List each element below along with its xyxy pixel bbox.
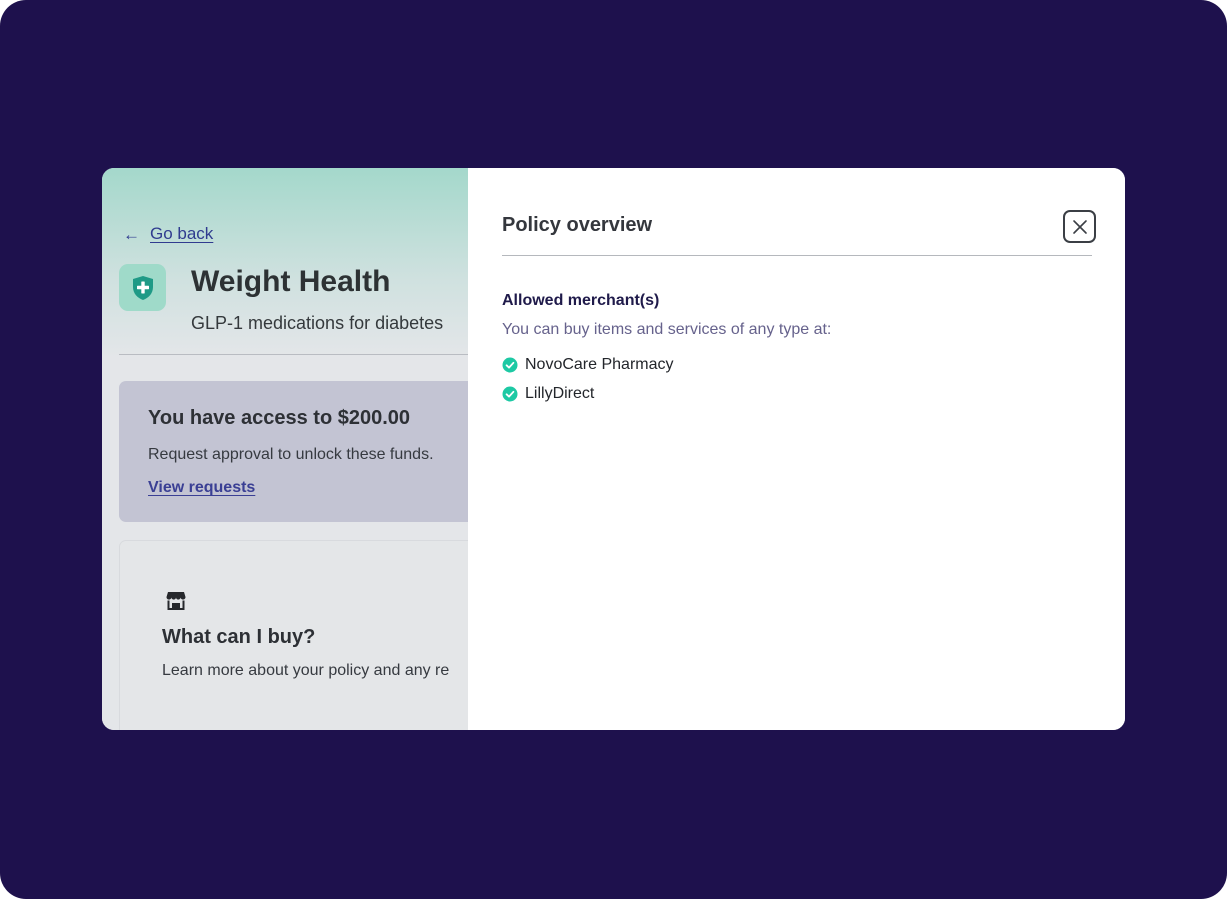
access-card: You have access to $200.00 Request appro… [119,381,468,522]
arrow-left-icon: ← [123,224,140,244]
what-can-i-buy-title: What can I buy? [162,626,316,648]
access-description: Request approval to unlock these funds. [148,446,434,463]
go-back-label: Go back [150,224,214,243]
check-circle-icon [502,357,518,373]
panel-divider [502,255,1092,256]
close-button[interactable] [1063,210,1096,243]
page-subtitle: GLP-1 medications for diabetes [191,313,444,333]
what-can-i-buy-card[interactable]: What can I buy? Learn more about your po… [119,540,468,730]
close-icon [1072,219,1087,234]
access-amount-title: You have access to $200.00 [148,407,411,429]
panel-title: Policy overview [502,214,653,236]
merchant-name: LillyDirect [525,385,595,402]
go-back-link[interactable]: ← Go back [123,224,213,244]
storefront-icon [166,591,186,615]
backdrop: ← Go back Weight Health GLP-1 medication… [0,0,1227,899]
page-title: Weight Health [191,265,391,298]
app-window: ← Go back Weight Health GLP-1 medication… [102,168,1125,730]
view-requests-link[interactable]: View requests [148,479,255,497]
policy-overview-panel: Policy overview Allowed merchant(s) You … [468,168,1125,730]
allowed-merchants-heading: Allowed merchant(s) [502,292,660,309]
merchant-name: NovoCare Pharmacy [525,356,674,373]
what-can-i-buy-description: Learn more about your policy and any re [162,662,450,679]
benefit-page: ← Go back Weight Health GLP-1 medication… [102,168,468,730]
check-circle-icon [502,386,518,402]
shield-plus-icon [119,264,166,311]
divider [119,354,468,355]
list-item: NovoCare Pharmacy [502,356,674,385]
merchant-list: NovoCare Pharmacy LillyDirect [502,356,674,414]
list-item: LillyDirect [502,385,674,414]
allowed-merchants-description: You can buy items and services of any ty… [502,321,832,338]
